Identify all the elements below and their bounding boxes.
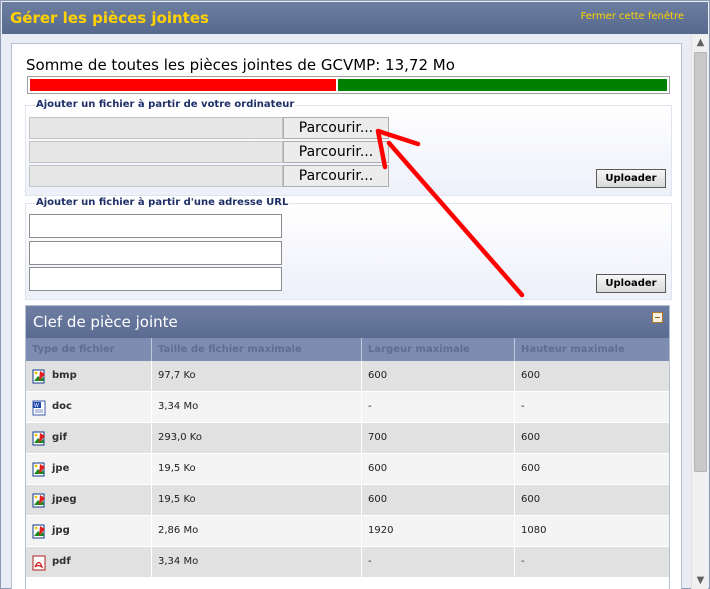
file-type-label: jpe <box>52 463 70 474</box>
quota-used-bar <box>30 79 336 91</box>
cell-max-size: 2,86 Mo <box>151 516 361 546</box>
file-type-label: jpg <box>52 525 70 536</box>
table-row: Wdoc 3,34 Mo - - <box>26 392 669 422</box>
cell-max-width: 600 <box>361 361 514 391</box>
cell-max-height: 600 <box>514 454 669 484</box>
col-header-height: Hauteur maximale <box>514 338 669 361</box>
image-file-icon <box>31 492 47 508</box>
scroll-thumb[interactable] <box>694 52 707 472</box>
file-type-label: gif <box>52 432 67 443</box>
table-row: jpe 19,5 Ko 600 600 <box>26 454 669 484</box>
cell-file-type: jpg <box>26 516 151 546</box>
cell-max-height: - <box>514 392 669 422</box>
cell-max-size: 3,34 Mo <box>151 392 361 422</box>
content-panel: Somme de toutes les pièces jointes de GC… <box>11 43 682 589</box>
cell-max-height: 600 <box>514 423 669 453</box>
file-type-label: doc <box>52 401 72 412</box>
col-header-type: Type de fichier <box>32 344 115 355</box>
file-type-label: pdf <box>52 556 71 567</box>
cell-file-type: jpe <box>26 454 151 484</box>
table-header-row: Type de fichier Taille de fichier maxima… <box>26 338 669 361</box>
svg-text:W: W <box>34 403 39 409</box>
cell-max-height: 1080 <box>514 516 669 546</box>
quota-bar <box>27 76 670 94</box>
cell-max-width: 700 <box>361 423 514 453</box>
quota-free-bar <box>338 79 667 91</box>
browse-button-2[interactable]: Parcourir... <box>283 141 389 163</box>
attachments-window: Gérer les pièces jointes Fermer cette fe… <box>0 0 710 589</box>
attachments-total: Somme de toutes les pièces jointes de GC… <box>26 56 455 74</box>
upload-from-computer-group: Ajouter un fichier à partir de votre ord… <box>25 99 672 196</box>
file-path-field-3[interactable] <box>29 165 283 187</box>
cell-max-size: 19,5 Ko <box>151 454 361 484</box>
close-window-link[interactable]: Fermer cette fenêtre <box>581 11 684 22</box>
col-header-size: Taille de fichier maximale <box>151 338 361 361</box>
table-row: pdf 3,34 Mo - - <box>26 547 669 577</box>
cell-max-width: 600 <box>361 454 514 484</box>
browse-button-1[interactable]: Parcourir... <box>283 117 389 139</box>
url-input-2[interactable] <box>29 241 282 265</box>
attachment-key-title: Clef de pièce jointe <box>33 313 178 331</box>
word-document-icon: W <box>31 399 47 416</box>
image-file-icon <box>31 430 47 446</box>
attachment-key-panel: Clef de pièce jointe Type de fichier Tai… <box>25 305 670 589</box>
cell-file-type: gif <box>26 423 151 453</box>
upload-url-button[interactable]: Uploader <box>596 274 666 293</box>
cell-max-size: 3,34 Mo <box>151 547 361 577</box>
image-file-icon <box>31 461 47 477</box>
cell-max-size: 293,0 Ko <box>151 423 361 453</box>
cell-max-size: 19,5 Ko <box>151 485 361 515</box>
browse-button-3[interactable]: Parcourir... <box>283 165 389 187</box>
file-type-label: bmp <box>52 370 77 381</box>
url-input-3[interactable] <box>29 267 282 291</box>
upload-from-url-group: Ajouter un fichier à partir d'une adress… <box>25 197 672 300</box>
cell-max-height: 600 <box>514 361 669 391</box>
cell-max-height: 600 <box>514 485 669 515</box>
url-input-1[interactable] <box>29 214 282 238</box>
cell-file-type: bmp <box>26 361 151 391</box>
table-row: gif 293,0 Ko 700 600 <box>26 423 669 453</box>
vertical-scrollbar[interactable]: ▲ ▼ <box>691 35 708 589</box>
upload-computer-legend: Ajouter un fichier à partir de votre ord… <box>35 99 296 110</box>
scroll-up-icon[interactable]: ▲ <box>692 35 709 51</box>
col-header-width: Largeur maximale <box>361 338 514 361</box>
table-row: jpg 2,86 Mo 1920 1080 <box>26 516 669 546</box>
table-row: bmp 97,7 Ko 600 600 <box>26 361 669 391</box>
cell-max-width: - <box>361 547 514 577</box>
image-file-icon <box>31 523 47 539</box>
pdf-file-icon <box>31 554 47 571</box>
collapse-icon[interactable] <box>652 312 663 323</box>
title-bar: Gérer les pièces jointes Fermer cette fe… <box>2 2 708 34</box>
scroll-down-icon[interactable]: ▼ <box>692 573 709 589</box>
cell-max-size: 97,7 Ko <box>151 361 361 391</box>
attachment-key-header: Clef de pièce jointe <box>26 306 669 338</box>
image-file-icon <box>31 368 47 384</box>
file-path-field-1[interactable] <box>29 117 283 139</box>
cell-file-type: jpeg <box>26 485 151 515</box>
file-path-field-2[interactable] <box>29 141 283 163</box>
cell-max-width: 600 <box>361 485 514 515</box>
file-type-label: jpeg <box>52 494 77 505</box>
table-row: jpeg 19,5 Ko 600 600 <box>26 485 669 515</box>
cell-file-type: pdf <box>26 547 151 577</box>
upload-url-legend: Ajouter un fichier à partir d'une adress… <box>35 197 290 208</box>
upload-computer-button[interactable]: Uploader <box>596 169 666 188</box>
cell-max-height: - <box>514 547 669 577</box>
cell-file-type: Wdoc <box>26 392 151 422</box>
cell-max-width: - <box>361 392 514 422</box>
cell-max-width: 1920 <box>361 516 514 546</box>
window-title: Gérer les pièces jointes <box>10 9 209 27</box>
